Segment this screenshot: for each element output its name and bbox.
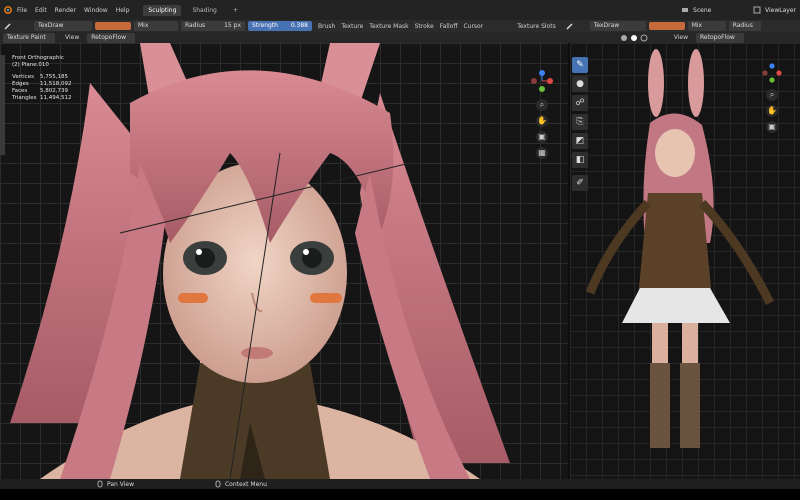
stat-value: 5,802,739 [40,88,68,94]
stat-row: Triangles 11,494,512 [12,95,72,102]
right-uv-map-select[interactable]: RetopoFlow [696,32,744,43]
blend-mode-select[interactable]: Mix [134,21,178,31]
texture-menu[interactable]: Texture [341,23,363,30]
right-axis-gizmo-icon[interactable] [760,61,784,85]
right-camera-icon[interactable]: ▣ [766,121,778,133]
scene-icon [681,6,689,14]
viewport-header: Texture Paint View RetopoFlow View Retop… [0,32,800,43]
texture-mask-menu[interactable]: Texture Mask [369,23,408,30]
strength-label: Strength [252,22,278,29]
scene-name[interactable]: Scene [693,7,753,14]
brush-name-field[interactable]: TexDraw [34,21,92,31]
stat-row: Edges 11,518,092 [12,81,72,88]
grid-view-icon[interactable]: ▦ [536,147,548,159]
menu-file[interactable]: File [17,7,27,14]
left-navigation-gizmo[interactable]: ⌕ ✋ ▣ ▦ [528,67,556,159]
mouse-right-icon [214,480,222,488]
stat-row: Vertices 5,755,185 [12,74,72,81]
brush-menu[interactable]: Brush [318,23,335,30]
brush-icon[interactable] [4,22,12,30]
stat-label: Triangles [12,95,37,101]
view-layer-icon [753,6,761,14]
falloff-menu[interactable]: Falloff [440,23,458,30]
zoom-icon[interactable]: ⌕ [536,99,548,111]
right-view-menu[interactable]: View [674,34,688,41]
viewport-stats-overlay: Front Orthographic (2) Plane.010 Vertice… [12,55,72,102]
stat-label: Faces [12,88,28,94]
mouse-middle-icon [96,480,104,488]
axis-gizmo-icon[interactable] [528,67,556,95]
strength-field[interactable]: Strength 0.388 [248,21,312,31]
texture-slots-menu[interactable]: Texture Slots [517,23,556,30]
right-brush-name-field[interactable]: TexDraw [589,21,646,31]
stat-label: Edges [12,81,29,87]
menu-window[interactable]: Window [84,7,108,14]
letterbox-bottom [0,489,800,500]
stat-value: 11,518,092 [40,81,72,87]
view-title: Front Orthographic [12,55,64,61]
status-bar: Pan View Context Menu [0,479,800,489]
view-layer-name[interactable]: ViewLayer [765,7,796,14]
strength-value: 0.388 [290,22,308,29]
active-object: (2) Plane.010 [12,62,49,68]
brush-color-swatch[interactable] [95,22,131,30]
menu-help[interactable]: Help [116,7,130,14]
mode-select[interactable]: Texture Paint [3,32,55,43]
stat-value: 11,494,512 [40,95,72,101]
pan-hand-icon[interactable]: ✋ [536,115,548,127]
tab-add[interactable]: + [228,5,243,16]
radius-field[interactable]: Radius 15 px [181,21,245,31]
stat-row: Faces 5,802,739 [12,88,72,95]
left-viewport[interactable]: Front Orthographic (2) Plane.010 Vertice… [0,43,568,479]
status-pan-view: Pan View [107,480,134,488]
menu-render[interactable]: Render [55,7,76,14]
right-brush-icon[interactable] [566,22,574,30]
camera-icon[interactable]: ▣ [536,131,548,143]
right-brush-color-swatch[interactable] [648,22,685,30]
tab-sculpting[interactable]: Sculpting [143,4,182,16]
tab-shading[interactable]: Shading [187,5,221,16]
menu-edit[interactable]: Edit [35,7,47,14]
right-blend-mode-select[interactable]: Mix [687,21,726,31]
blender-logo-icon[interactable] [4,6,12,14]
right-radius-field[interactable]: Radius [728,21,761,31]
view-menu[interactable]: View [65,34,79,41]
status-context-menu: Context Menu [224,480,267,488]
top-bar: File Edit Render Window Help Sculpting S… [0,0,800,20]
shading-solid-icon[interactable] [620,34,628,42]
character-closeup-render [10,43,510,479]
left-toolbar-strip[interactable] [0,55,5,155]
shading-material-icon[interactable] [630,34,638,42]
radius-value: 15 px [224,22,241,29]
radius-label: Radius [185,22,206,29]
cursor-menu[interactable]: Cursor [463,23,483,30]
stroke-menu[interactable]: Stroke [415,23,434,30]
right-zoom-icon[interactable]: ⌕ [766,89,778,101]
right-viewport[interactable]: ✎ ● ☍ ⎘ ◩ ◧ ✐ ⌕ ✋ ▣ [570,43,800,479]
shading-rendered-icon[interactable] [640,34,648,42]
uv-map-select[interactable]: RetopoFlow [87,32,136,43]
stat-label: Vertices [12,74,34,80]
stat-value: 5,755,185 [40,74,68,80]
right-navigation-gizmo[interactable]: ⌕ ✋ ▣ [760,61,784,133]
right-pan-hand-icon[interactable]: ✋ [766,105,778,117]
